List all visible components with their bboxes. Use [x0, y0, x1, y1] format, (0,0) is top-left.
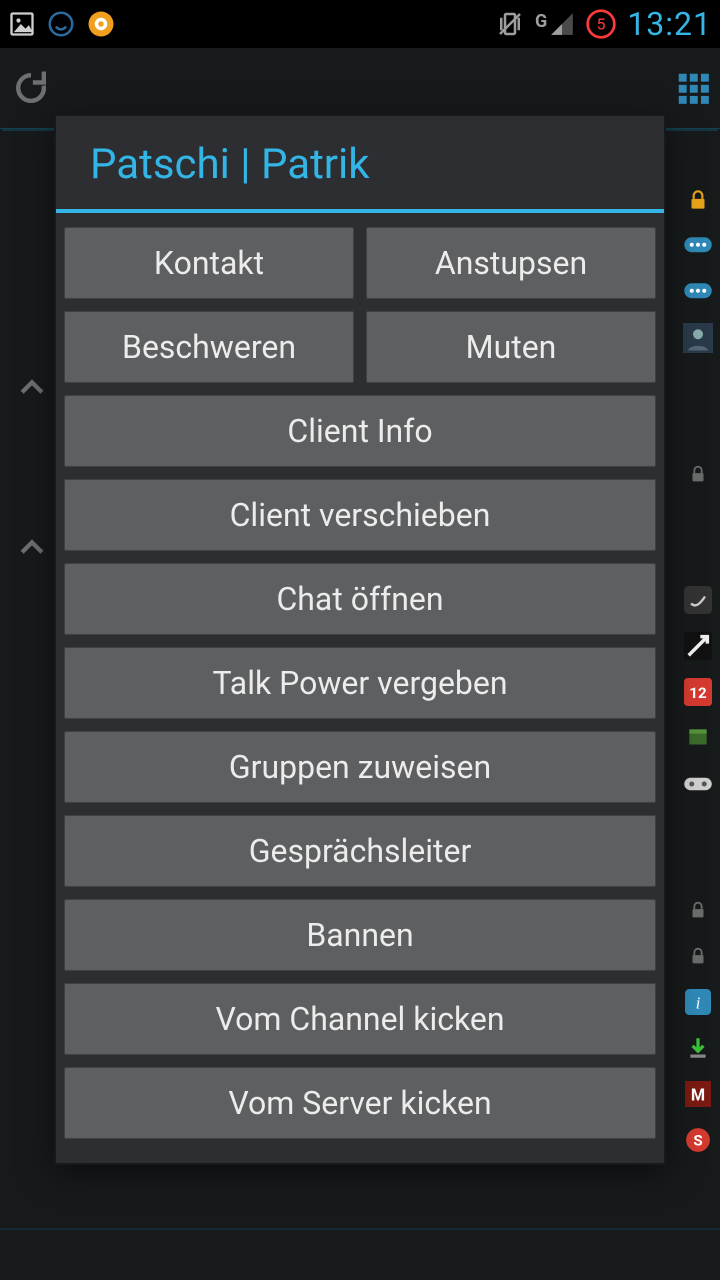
teamspeak-icon [46, 9, 76, 39]
talk-power-button[interactable]: Talk Power vergeben [64, 647, 656, 719]
m-icon: M [680, 1076, 716, 1112]
dialog-title: Patschi | Patrik [56, 116, 664, 209]
chat-icon [680, 228, 716, 264]
svg-text:M: M [691, 1086, 705, 1105]
kontakt-button[interactable]: Kontakt [64, 227, 354, 299]
grid-button[interactable] [672, 67, 714, 109]
chat-icon [680, 274, 716, 310]
lock-icon [680, 182, 716, 218]
block-icon [680, 720, 716, 756]
status-clock: 13:21 [627, 5, 712, 43]
avatar-icon [680, 320, 716, 356]
chat-oeffnen-button[interactable]: Chat öffnen [64, 563, 656, 635]
status-bar: G 5 13:21 [0, 0, 720, 48]
refresh-button[interactable] [6, 63, 56, 113]
client-verschieben-button[interactable]: Client verschieben [64, 479, 656, 551]
chevron-up-icon[interactable] [12, 368, 52, 408]
badge-12-icon: 12 [680, 674, 716, 710]
info-icon: i [680, 984, 716, 1020]
network-g-icon: G [535, 11, 575, 37]
app-icon [680, 582, 716, 618]
muten-button[interactable]: Muten [366, 311, 656, 383]
beschweren-button[interactable]: Beschweren [64, 311, 354, 383]
lock-icon [680, 938, 716, 974]
bannen-button[interactable]: Bannen [64, 899, 656, 971]
anstupsen-button[interactable]: Anstupsen [366, 227, 656, 299]
svg-text:12: 12 [689, 684, 707, 702]
svg-text:S: S [693, 1131, 702, 1149]
vibrate-icon [495, 9, 525, 39]
user-context-dialog: Patschi | Patrik Kontakt Anstupsen Besch… [56, 116, 664, 1163]
app-icon [680, 628, 716, 664]
svg-text:5: 5 [597, 14, 606, 33]
gruppen-zuweisen-button[interactable]: Gruppen zuweisen [64, 731, 656, 803]
client-info-button[interactable]: Client Info [64, 395, 656, 467]
skype-icon: S [680, 1122, 716, 1158]
app-badge-icon [86, 9, 116, 39]
gespraechsleiter-button[interactable]: Gesprächsleiter [64, 815, 656, 887]
vom-channel-kicken-button[interactable]: Vom Channel kicken [64, 983, 656, 1055]
lock-icon [680, 892, 716, 928]
gamepad-icon [680, 766, 716, 802]
picture-icon [8, 10, 36, 38]
download-icon [680, 1030, 716, 1066]
notifications-badge-icon: 5 [585, 8, 617, 40]
vom-server-kicken-button[interactable]: Vom Server kicken [64, 1067, 656, 1139]
lock-icon [680, 456, 716, 492]
app-background: 12 i M S Patschi | Patrik Kontakt Anstup… [0, 48, 720, 1280]
chevron-up-icon[interactable] [12, 528, 52, 568]
dialog-divider [56, 209, 664, 213]
svg-text:i: i [696, 994, 701, 1013]
right-icon-rail: 12 i M S [674, 182, 720, 1158]
